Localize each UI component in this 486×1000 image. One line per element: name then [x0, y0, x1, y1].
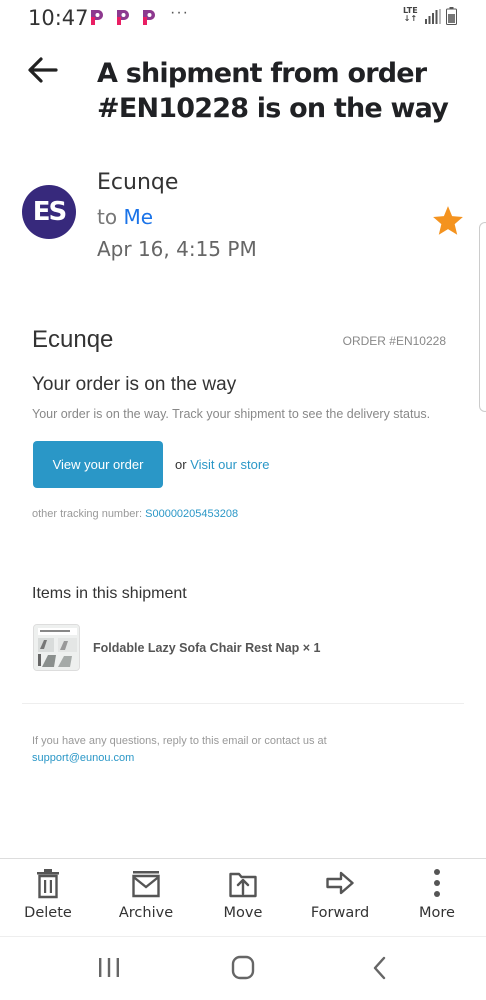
items-title: Items in this shipment [32, 585, 187, 602]
sender-name[interactable]: Ecunqe [97, 170, 178, 195]
back-arrow-icon[interactable] [26, 56, 60, 84]
trash-icon [37, 869, 59, 899]
support-email-link[interactable]: support@eunou.com [32, 750, 452, 767]
to-prefix: to [97, 205, 118, 229]
more-vertical-icon [434, 869, 440, 897]
recent-apps-icon[interactable] [94, 955, 124, 981]
overflow-dots-icon: ··· [170, 4, 189, 21]
scrollbar[interactable] [479, 222, 486, 412]
delete-label: Delete [24, 905, 72, 921]
battery-icon [446, 7, 457, 25]
sender-avatar[interactable]: ES [22, 185, 76, 239]
shop-name: Ecunqe [32, 326, 114, 353]
archive-icon [132, 871, 160, 898]
network-activity: ↓↑ [403, 14, 418, 23]
system-navigation-bar [0, 936, 486, 1000]
divider [22, 703, 464, 704]
visit-store-link[interactable]: Visit our store [190, 457, 269, 472]
move-icon [229, 872, 257, 898]
star-icon[interactable] [431, 204, 465, 238]
item-name[interactable]: Foldable Lazy Sofa Chair Rest Nap × 1 [93, 641, 321, 655]
more-button[interactable]: More [392, 867, 482, 931]
store-link-line: or Visit our store [175, 457, 269, 472]
tracking-line: other tracking number: S00000205453208 [32, 508, 238, 520]
action-bar: Delete Archive Move Forward More [0, 858, 486, 936]
body-description: Your order is on the way. Track your shi… [32, 407, 431, 421]
delete-button[interactable]: Delete [3, 867, 93, 931]
signal-icon [425, 9, 441, 24]
move-button[interactable]: Move [198, 867, 288, 931]
more-label: More [419, 905, 455, 921]
forward-icon [326, 871, 354, 895]
recipient-line[interactable]: to Me [97, 205, 153, 229]
app-notification-icon [91, 10, 103, 25]
or-text: or [175, 457, 187, 472]
body-heading: Your order is on the way [32, 374, 237, 395]
recipient-name: Me [123, 205, 153, 229]
view-order-button[interactable]: View your order [33, 441, 163, 488]
archive-button[interactable]: Archive [101, 867, 191, 931]
app-notification-icon [143, 10, 155, 25]
move-label: Move [223, 905, 263, 921]
product-image-icon [34, 625, 79, 670]
tracking-number-link[interactable]: S00000205453208 [145, 508, 238, 520]
forward-button[interactable]: Forward [295, 867, 385, 931]
status-time: 10:47 [28, 6, 89, 30]
back-nav-icon[interactable] [366, 955, 396, 981]
archive-label: Archive [118, 905, 174, 921]
app-notification-icon [117, 10, 129, 25]
email-date: Apr 16, 4:15 PM [97, 237, 257, 261]
footer-message: If you have any questions, reply to this… [32, 735, 327, 747]
home-icon[interactable] [228, 955, 258, 981]
network-indicator: LTE ↓↑ [403, 7, 418, 23]
order-number: ORDER #EN10228 [342, 334, 446, 348]
product-thumbnail [33, 624, 80, 671]
email-subject: A shipment from order #EN10228 is on the… [97, 58, 449, 124]
footer-text: If you have any questions, reply to this… [32, 733, 452, 767]
status-bar: 10:47 ··· LTE ↓↑ [0, 0, 486, 34]
tracking-label: other tracking number: [32, 508, 143, 520]
forward-label: Forward [310, 905, 370, 921]
